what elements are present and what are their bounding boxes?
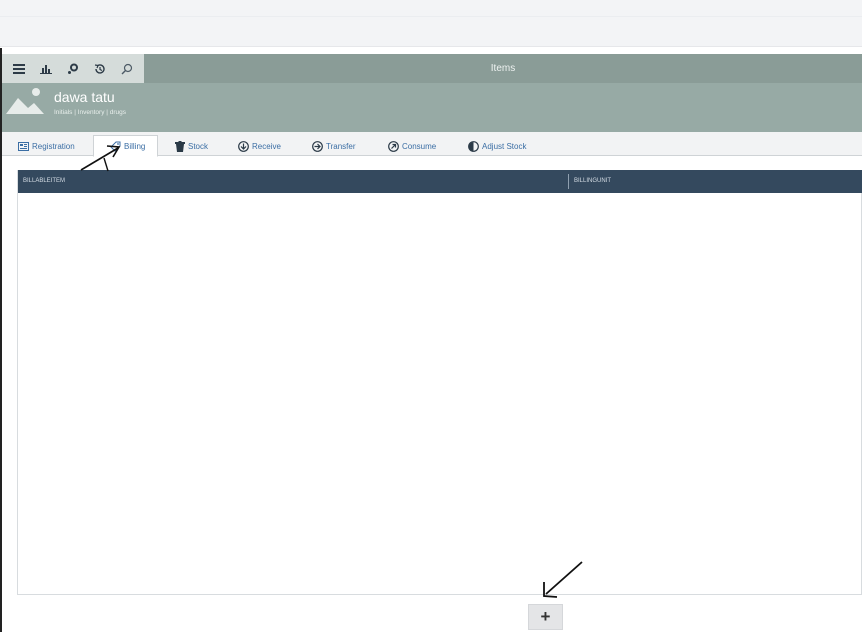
window-title: Items <box>490 63 516 74</box>
tab-label: Receive <box>252 141 281 151</box>
search-button[interactable] <box>116 58 138 80</box>
browser-top-strip <box>0 0 862 47</box>
tab-label: Registration <box>32 141 75 151</box>
arrow-up-right-circle-icon <box>388 140 399 152</box>
tab-label: Adjust Stock <box>482 141 527 151</box>
menu-icon <box>13 63 25 74</box>
chart-icon <box>40 64 52 74</box>
toolbar: Items <box>2 54 862 83</box>
tab-transfer[interactable]: Transfer <box>312 136 356 156</box>
record-name: dawa tatu <box>54 89 115 105</box>
tab-label: Stock <box>188 141 209 151</box>
search-icon <box>121 63 133 74</box>
tab-adjust-stock[interactable]: Adjust Stock <box>468 136 526 156</box>
tab-registration[interactable]: Registration <box>18 136 75 156</box>
image-placeholder-icon <box>6 88 44 114</box>
billing-grid: BILLABLEITEM BILLINGUNIT <box>17 170 862 595</box>
settings-button[interactable] <box>62 58 84 80</box>
breadcrumb: Initials | Inventory | drugs <box>54 109 127 116</box>
menu-button[interactable] <box>8 58 30 80</box>
tab-billing[interactable]: Billing <box>93 135 159 157</box>
trash-icon <box>175 140 185 152</box>
tag-icon <box>110 141 121 152</box>
column-header-billableitem[interactable]: BILLABLEITEM <box>18 170 65 193</box>
settings-icon <box>68 63 78 74</box>
grid-header: BILLABLEITEM BILLINGUNIT <box>18 170 862 193</box>
chart-button[interactable] <box>35 58 57 80</box>
tab-receive[interactable]: Receive <box>238 136 281 156</box>
tab-label: Consume <box>402 141 437 151</box>
tab-bar: Registration Billing Stock Receive Trans… <box>2 132 862 157</box>
record-header: dawa tatu Initials | Inventory | drugs <box>2 83 862 132</box>
items-window: Items dawa tatu Initials | Inventory | d… <box>0 48 862 632</box>
toolbar-buttons <box>2 54 144 83</box>
tab-stock[interactable]: Stock <box>175 136 208 156</box>
history-button[interactable] <box>89 58 111 80</box>
tab-label: Transfer <box>326 141 356 151</box>
half-circle-icon <box>468 140 479 152</box>
list-icon <box>18 141 29 151</box>
arrow-down-circle-icon <box>238 140 249 152</box>
tab-consume[interactable]: Consume <box>388 136 436 156</box>
top-strip-divider <box>0 16 862 17</box>
arrow-right-circle-icon <box>312 140 323 152</box>
add-button[interactable]: + <box>528 604 563 630</box>
history-icon <box>94 63 105 74</box>
column-header-billingunit[interactable]: BILLINGUNIT <box>569 170 611 193</box>
tab-label: Billing <box>124 141 146 151</box>
